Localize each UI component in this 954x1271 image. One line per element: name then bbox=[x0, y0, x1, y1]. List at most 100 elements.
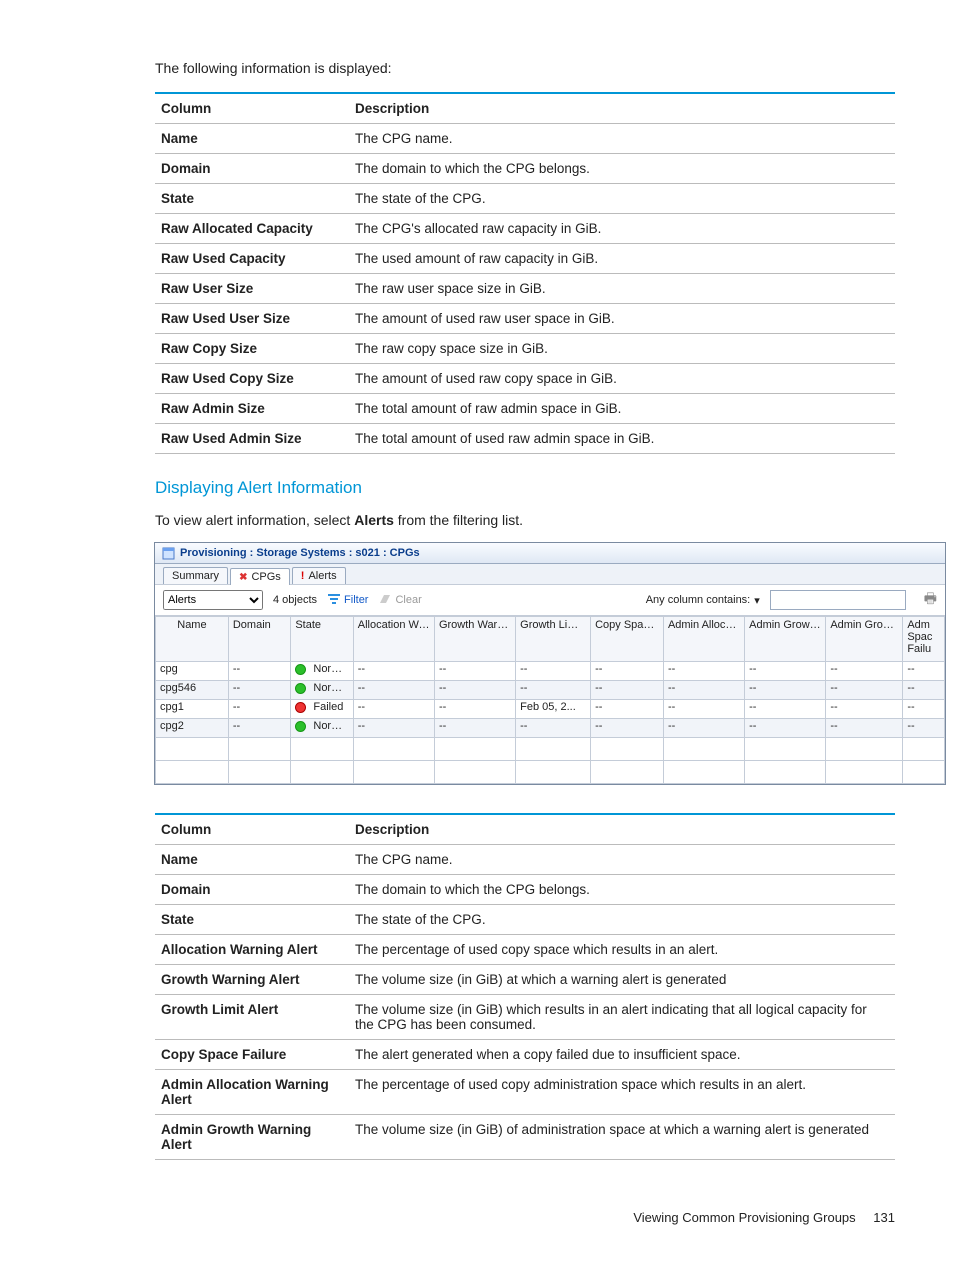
grid-cell bbox=[228, 761, 290, 784]
grid-column-header[interactable]: Allocation Warning Alert bbox=[353, 617, 434, 662]
grid-cell bbox=[228, 738, 290, 761]
grid-column-header[interactable]: Copy Space Failure bbox=[591, 617, 664, 662]
column-desc: The volume size (in GiB) which results i… bbox=[349, 995, 895, 1040]
grid-column-header[interactable]: Name bbox=[156, 617, 229, 662]
grid-cell: -- bbox=[591, 681, 664, 700]
filter-button[interactable]: Filter bbox=[327, 593, 368, 608]
grid-cell: -- bbox=[228, 719, 290, 738]
grid-cell: -- bbox=[745, 662, 826, 681]
grid-cell bbox=[745, 761, 826, 784]
table-row: Allocation Warning AlertThe percentage o… bbox=[155, 935, 895, 965]
column-name: Domain bbox=[155, 875, 349, 905]
grid-column-header[interactable]: Adm Spac Failu bbox=[903, 617, 945, 662]
state-icon bbox=[295, 683, 306, 694]
grid-row[interactable]: cpg1-- Failed----Feb 05, 2...---------- bbox=[156, 700, 945, 719]
panel-titlebar: Provisioning : Storage Systems : s021 : … bbox=[155, 543, 945, 564]
grid-cell bbox=[826, 761, 903, 784]
filter-icon bbox=[327, 593, 341, 608]
grid-cell: cpg546 bbox=[156, 681, 229, 700]
grid-cell: -- bbox=[826, 681, 903, 700]
grid-cell: Failed bbox=[291, 700, 353, 719]
grid-cell: cpg2 bbox=[156, 719, 229, 738]
grid-cell: -- bbox=[663, 700, 744, 719]
column-name: Raw Used Admin Size bbox=[155, 424, 349, 454]
clear-icon bbox=[378, 593, 392, 608]
grid-cell: -- bbox=[663, 662, 744, 681]
grid-cell: -- bbox=[903, 662, 945, 681]
grid-column-header[interactable]: Growth Limit Alert bbox=[516, 617, 591, 662]
grid-column-header[interactable]: Growth Warning Alert bbox=[434, 617, 515, 662]
state-icon bbox=[295, 664, 306, 675]
section-text-post: from the filtering list. bbox=[394, 512, 523, 528]
table-row: Copy Space FailureThe alert generated wh… bbox=[155, 1040, 895, 1070]
grid-cell bbox=[434, 738, 515, 761]
grid-cell bbox=[291, 761, 353, 784]
tab-alerts[interactable]: ! Alerts bbox=[292, 567, 346, 584]
grid-cell: -- bbox=[516, 662, 591, 681]
table-row: Raw Admin SizeThe total amount of raw ad… bbox=[155, 394, 895, 424]
section-text-pre: To view alert information, select bbox=[155, 512, 354, 528]
grid-cell: -- bbox=[903, 719, 945, 738]
grid-column-header[interactable]: Admin Allocation Warning Alert bbox=[663, 617, 744, 662]
section-description: To view alert information, select Alerts… bbox=[155, 512, 895, 528]
column-desc: The used amount of raw capacity in GiB. bbox=[349, 244, 895, 274]
grid-cell: -- bbox=[591, 700, 664, 719]
grid-column-header[interactable]: Admin Growth Limit Alert bbox=[826, 617, 903, 662]
column-name: Copy Space Failure bbox=[155, 1040, 349, 1070]
definitions-table-1: Column Description NameThe CPG name.Doma… bbox=[155, 92, 895, 454]
grid-cell: -- bbox=[903, 681, 945, 700]
grid-cell: cpg bbox=[156, 662, 229, 681]
grid-cell: -- bbox=[745, 719, 826, 738]
panel-title: Provisioning : Storage Systems : s021 : … bbox=[180, 547, 420, 559]
tab-label: Alerts bbox=[308, 570, 336, 582]
view-selector[interactable]: Alerts bbox=[163, 590, 263, 610]
grid-row[interactable]: cpg546-- Normal---------------- bbox=[156, 681, 945, 700]
grid-column-header[interactable]: Domain bbox=[228, 617, 290, 662]
column-desc: The percentage of used copy administrati… bbox=[349, 1070, 895, 1115]
grid-cell bbox=[291, 738, 353, 761]
table-row: Growth Limit AlertThe volume size (in Gi… bbox=[155, 995, 895, 1040]
grid-cell: -- bbox=[516, 681, 591, 700]
column-name: Raw User Size bbox=[155, 274, 349, 304]
tab-cpgs[interactable]: ✖ CPGs bbox=[230, 568, 290, 585]
grid-cell: -- bbox=[663, 719, 744, 738]
table-row: Raw User SizeThe raw user space size in … bbox=[155, 274, 895, 304]
column-name: Domain bbox=[155, 154, 349, 184]
toolbar: Alerts 4 objects Filter Clear bbox=[155, 584, 945, 616]
grid-cell: -- bbox=[434, 700, 515, 719]
grid-cell: Normal bbox=[291, 681, 353, 700]
grid-cell: Feb 05, 2... bbox=[516, 700, 591, 719]
column-name: Raw Copy Size bbox=[155, 334, 349, 364]
grid-header-row: NameDomainStateAllocation Warning AlertG… bbox=[156, 617, 945, 662]
clear-button[interactable]: Clear bbox=[378, 593, 421, 608]
column-desc: The domain to which the CPG belongs. bbox=[349, 154, 895, 184]
search-input[interactable] bbox=[770, 590, 906, 610]
grid-cell: -- bbox=[826, 662, 903, 681]
alerts-panel: Provisioning : Storage Systems : s021 : … bbox=[154, 542, 946, 785]
grid-row bbox=[156, 761, 945, 784]
column-name: Raw Admin Size bbox=[155, 394, 349, 424]
tab-summary[interactable]: Summary bbox=[163, 567, 228, 584]
grid-column-header[interactable]: Admin Growth Warning Alert bbox=[745, 617, 826, 662]
grid-cell: -- bbox=[353, 700, 434, 719]
grid-cell bbox=[826, 738, 903, 761]
print-icon[interactable]: 🖶 bbox=[924, 588, 937, 612]
grid-column-header[interactable]: State bbox=[291, 617, 353, 662]
column-name: Raw Used Copy Size bbox=[155, 364, 349, 394]
column-filter-menu[interactable]: Any column contains: ▾ bbox=[646, 594, 760, 607]
grid-row[interactable]: cpg-- Normal---------------- bbox=[156, 662, 945, 681]
column-desc: The volume size (in GiB) at which a warn… bbox=[349, 965, 895, 995]
page-number: 131 bbox=[873, 1210, 895, 1225]
column-name: Growth Limit Alert bbox=[155, 995, 349, 1040]
column-desc: The volume size (in GiB) of administrati… bbox=[349, 1115, 895, 1160]
grid-cell: -- bbox=[591, 719, 664, 738]
column-desc: The total amount of raw admin space in G… bbox=[349, 394, 895, 424]
grid-cell bbox=[591, 761, 664, 784]
grid-cell bbox=[516, 738, 591, 761]
grid-cell: -- bbox=[353, 719, 434, 738]
grid-cell bbox=[156, 738, 229, 761]
grid-cell bbox=[516, 761, 591, 784]
grid-cell: -- bbox=[434, 681, 515, 700]
grid-row[interactable]: cpg2-- Normal---------------- bbox=[156, 719, 945, 738]
tab-bar: Summary ✖ CPGs ! Alerts bbox=[155, 564, 945, 584]
